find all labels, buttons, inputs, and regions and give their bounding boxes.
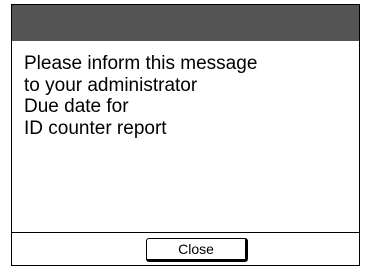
button-area-divider [12, 232, 359, 233]
message-line: Due date for [24, 96, 129, 117]
dialog-message: Please inform this message to your admin… [24, 53, 344, 139]
close-button[interactable]: Close [146, 238, 248, 262]
message-line: ID counter report [24, 117, 167, 139]
message-line: to your administrator [24, 74, 198, 96]
dialog-title-bar [12, 5, 359, 41]
message-line: Please inform this message [24, 53, 258, 74]
notification-dialog: Please inform this message to your admin… [11, 4, 360, 266]
